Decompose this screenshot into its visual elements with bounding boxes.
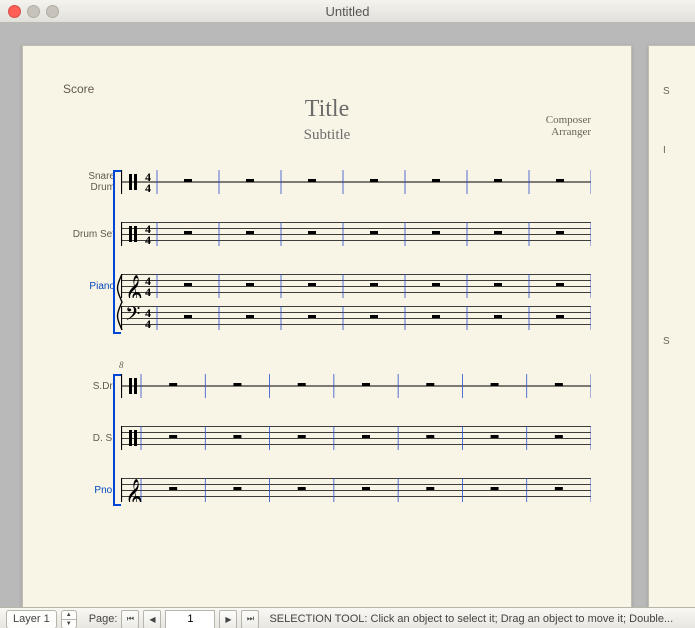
page-last-button[interactable]: ⏭ bbox=[241, 610, 259, 628]
svg-text:4: 4 bbox=[145, 285, 151, 298]
svg-text:4: 4 bbox=[145, 233, 151, 246]
staff-bass[interactable]: 𝄢44 bbox=[121, 306, 591, 330]
svg-text:𝄢: 𝄢 bbox=[125, 306, 140, 330]
staff-perc[interactable]: 44 bbox=[121, 170, 591, 194]
window-titlebar: Untitled bbox=[0, 0, 695, 23]
composer-text[interactable]: Composer bbox=[546, 114, 591, 126]
staff-treble[interactable]: 𝄞44 bbox=[121, 274, 591, 298]
p2-score-label[interactable]: S bbox=[663, 86, 695, 97]
document-viewport[interactable]: Score Title Subtitle Composer Arranger S… bbox=[0, 23, 695, 607]
staff-row: Snare Drum44 bbox=[63, 170, 591, 194]
staff-treble[interactable]: 𝄞 bbox=[121, 478, 591, 502]
measure-number: 8 bbox=[119, 360, 124, 370]
page-first-button[interactable]: ⏮ bbox=[121, 610, 139, 628]
page-next-button[interactable]: ▶ bbox=[219, 610, 237, 628]
page-2[interactable]: S I S bbox=[648, 45, 695, 607]
staff-row: Pno.𝄞 bbox=[63, 478, 591, 502]
staff-perc[interactable] bbox=[121, 374, 591, 398]
layer-stepper[interactable]: ▲▼ bbox=[61, 610, 77, 628]
svg-text:4: 4 bbox=[145, 181, 151, 194]
system-1[interactable]: Snare Drum44Drum Set44Piano𝄞44𝄢44 bbox=[63, 170, 591, 330]
staff-row: 𝄢44 bbox=[63, 306, 591, 330]
page-input[interactable] bbox=[165, 610, 215, 628]
staff-row: S.Dr.8 bbox=[63, 374, 591, 398]
arranger-text[interactable]: Arranger bbox=[546, 126, 591, 138]
layer-select-label: Layer 1 bbox=[13, 613, 50, 625]
layer-select[interactable]: Layer 1 bbox=[6, 610, 57, 628]
piano-brace-icon bbox=[115, 274, 123, 330]
score-subtitle[interactable]: Subtitle bbox=[63, 127, 591, 144]
system-bracket bbox=[113, 374, 121, 506]
svg-text:4: 4 bbox=[145, 317, 151, 330]
status-hint: SELECTION TOOL: Click an object to selec… bbox=[265, 613, 695, 625]
window-title: Untitled bbox=[0, 4, 695, 19]
svg-text:𝄞: 𝄞 bbox=[125, 275, 143, 298]
staff-row: Drum Set44 bbox=[63, 222, 591, 246]
page-label: Page: bbox=[89, 613, 118, 625]
score-label[interactable]: Score bbox=[63, 82, 591, 96]
status-bar: Layer 1 ▲▼ Page: ⏮ ◀ ▶ ⏭ SELECTION TOOL:… bbox=[0, 607, 695, 628]
staff-perc[interactable] bbox=[121, 426, 591, 450]
staff-row: D. S. bbox=[63, 426, 591, 450]
svg-text:𝄞: 𝄞 bbox=[125, 479, 143, 502]
staff-row: Piano𝄞44 bbox=[63, 274, 591, 298]
p2-inst1[interactable]: I bbox=[663, 145, 695, 156]
score-title[interactable]: Title bbox=[63, 96, 591, 123]
page-prev-button[interactable]: ◀ bbox=[143, 610, 161, 628]
page-1[interactable]: Score Title Subtitle Composer Arranger S… bbox=[22, 45, 632, 607]
system-2[interactable]: S.Dr.8 D. S. Pno.𝄞 bbox=[63, 374, 591, 502]
staff-perc[interactable]: 44 bbox=[121, 222, 591, 246]
p2-inst3[interactable]: S bbox=[663, 336, 695, 347]
